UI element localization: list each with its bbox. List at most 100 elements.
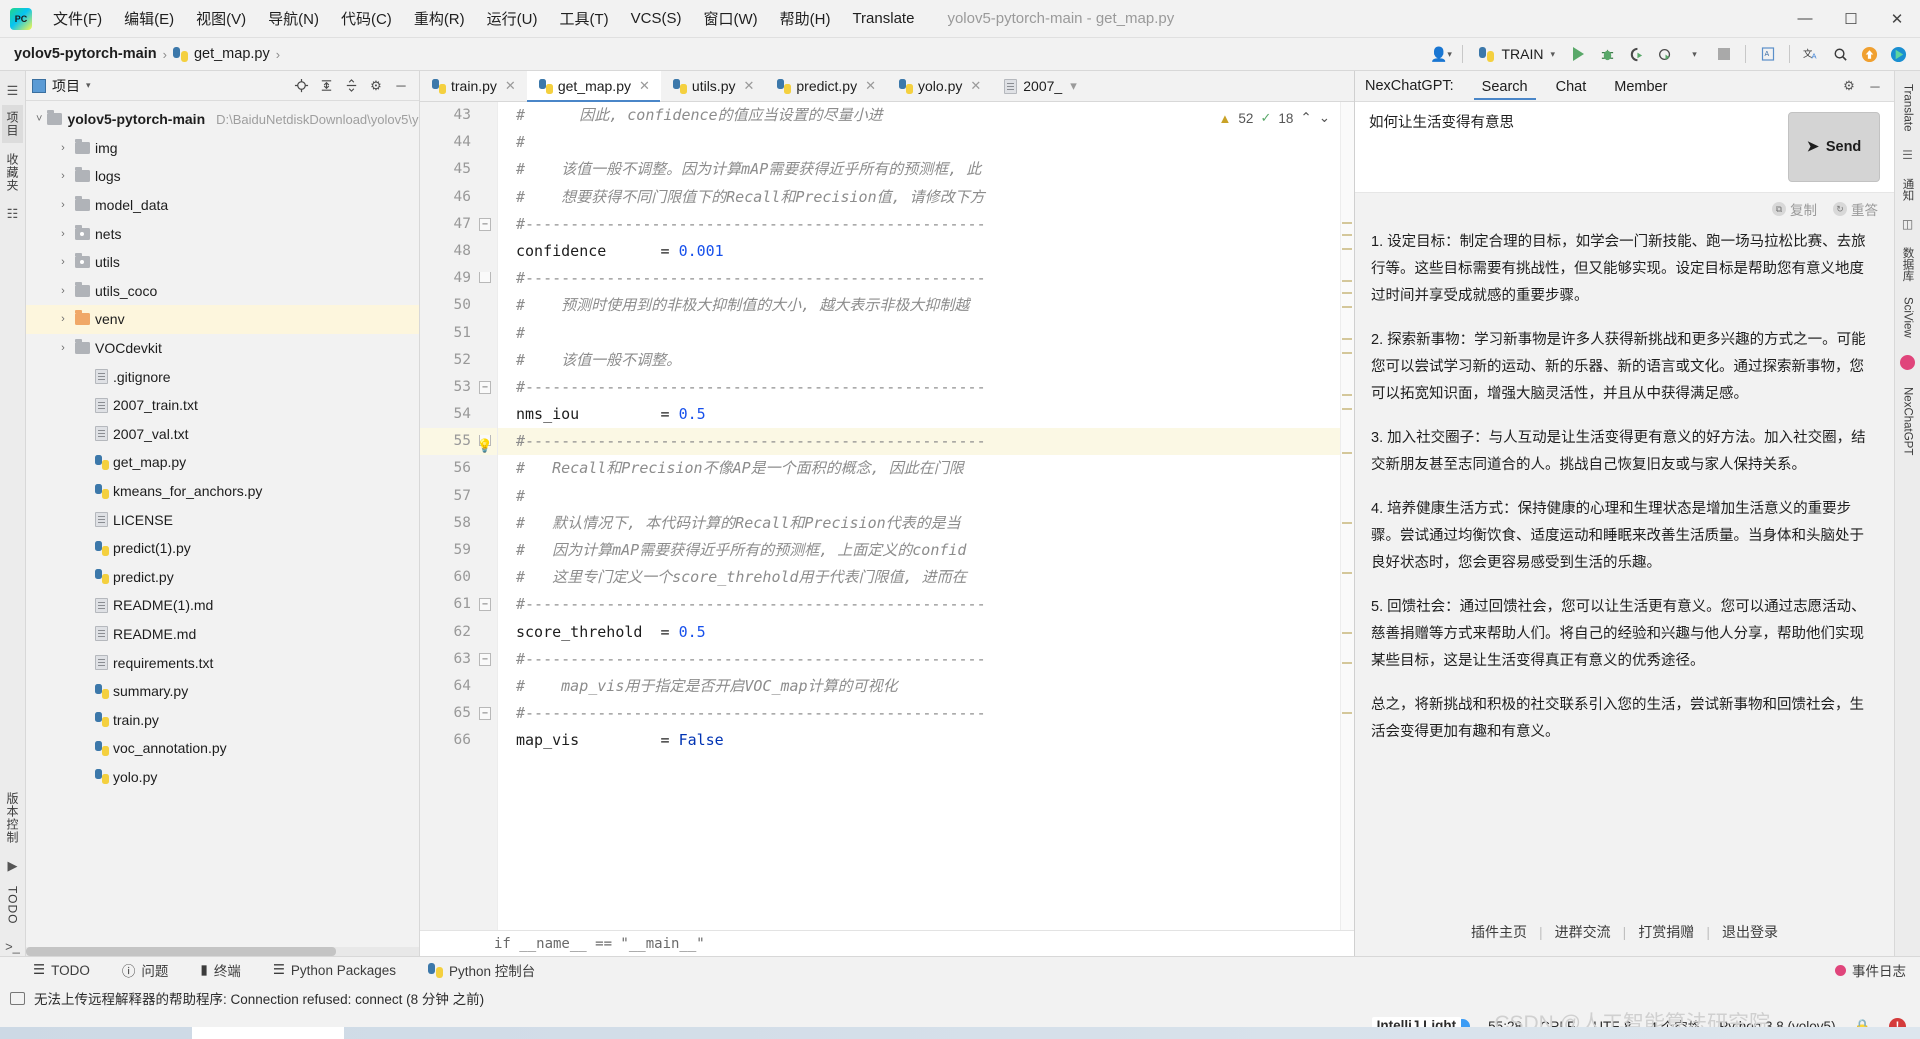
tree-item-vocdevkit[interactable]: › VOCdevkit [26,334,419,363]
tab-member[interactable]: Member [1600,73,1681,100]
settings-icon[interactable]: ⚙ [1838,75,1860,97]
code-line-49[interactable]: #---------------------------------------… [516,265,1354,292]
tree-item-readme-md[interactable]: README.md [26,620,419,649]
line-number-43[interactable]: 43 [420,102,497,129]
bottom-item-python-packages[interactable]: ☰ Python Packages [268,960,401,980]
tab-yolo-py[interactable]: yolo.py ✕ [887,71,992,101]
line-number-47[interactable]: 47− [420,211,497,238]
strip-item-project[interactable]: 项目 [2,105,23,143]
search-icon[interactable] [1827,42,1854,67]
tree-item-nets[interactable]: › nets [26,219,419,248]
tree-item-utils[interactable]: › utils [26,248,419,277]
project-horizontal-scrollbar[interactable] [26,947,419,956]
tree-item-2007-val-txt[interactable]: 2007_val.txt [26,420,419,449]
nexchatgpt-icon[interactable] [1900,354,1915,370]
code-line-45[interactable]: # 该值一般不调整。因为计算mAP需要获得近乎所有的预测框, 此 [516,156,1354,183]
tree-item-voc-annotation-py[interactable]: voc_annotation.py [26,734,419,763]
collapse-all-icon[interactable] [339,75,363,97]
line-number-49[interactable]: 49 [420,265,497,292]
line-number-51[interactable]: 51 [420,320,497,347]
code-line-66[interactable]: map_vis = False [516,727,1354,754]
fold-region-icon[interactable]: − [479,652,491,666]
code-line-50[interactable]: # 预测时使用到的非极大抑制值的大小, 越大表示非极大抑制越 [516,292,1354,319]
code-line-64[interactable]: # map_vis用于指定是否开启VOC_map计算的可视化 [516,673,1354,700]
close-icon[interactable]: ✕ [743,78,754,94]
fold-region-icon[interactable]: − [479,598,491,612]
code-line-57[interactable]: # [516,483,1354,510]
event-log-button[interactable]: 事件日志 [1835,960,1920,980]
code-line-48[interactable]: confidence = 0.001 [516,238,1354,265]
menu-hamburger-icon[interactable]: ☰ [3,81,23,101]
chat-input-area[interactable]: 如何让生活变得有意思 ➤ Send [1355,102,1894,193]
close-icon[interactable]: ✕ [505,78,516,94]
link-logout[interactable]: 退出登录 [1710,922,1790,942]
structure-icon[interactable]: ☷ [3,204,23,224]
fold-region-icon[interactable]: − [479,380,491,394]
regenerate-answer-button[interactable]: ↻ 重答 [1833,199,1878,219]
tree-item-summary-py[interactable]: summary.py [26,677,419,706]
maximize-button[interactable]: ☐ [1828,0,1874,38]
tree-item-venv[interactable]: › venv [26,305,419,334]
line-number-59[interactable]: 59 [420,537,497,564]
chevron-down-icon-tabs[interactable]: ▾ [1070,78,1077,94]
translate-document-icon[interactable]: A [1754,42,1781,67]
bottom-item-terminal[interactable]: ▮ 终端 [195,958,245,982]
line-number-60[interactable]: 60 [420,564,497,591]
line-number-48[interactable]: 48 [420,238,497,265]
code-line-58[interactable]: # 默认情况下, 本代码计算的Recall和Precision代表的是当 [516,510,1354,537]
terminal-strip-icon[interactable]: >_ [3,936,23,956]
close-icon[interactable]: ✕ [970,78,981,94]
tree-item-img[interactable]: › img [26,134,419,163]
tree-item-predict-1-py[interactable]: predict(1).py [26,534,419,563]
tree-item-readme-1-md[interactable]: README(1).md [26,591,419,620]
tree-item-model-data[interactable]: › model_data [26,191,419,220]
update-icon[interactable] [1856,42,1883,67]
run-icon[interactable] [1565,42,1592,67]
coverage-icon[interactable] [1623,42,1650,67]
chat-question-input[interactable]: 如何让生活变得有意思 [1369,112,1778,182]
code-line-51[interactable]: # [516,320,1354,347]
menu-navigate[interactable]: 导航(N) [257,3,330,34]
link-plugin-home[interactable]: 插件主页 [1459,922,1539,942]
strip-item-nexchatgpt[interactable]: NexChatGPT [1900,382,1916,460]
code-line-62[interactable]: score_threhold = 0.5 [516,619,1354,646]
strip-item-database[interactable]: 数据库 [1898,242,1918,287]
tree-item-predict-py[interactable]: predict.py [26,563,419,592]
tree-root-row[interactable]: ˅ yolov5-pytorch-main D:\BaiduNetdiskDow… [26,105,419,134]
line-number-61[interactable]: 61− [420,591,497,618]
chevron-right-icon[interactable]: › [56,228,70,240]
chevron-right-icon[interactable]: › [56,313,70,325]
tab-2007-txt[interactable]: 2007_ ▾ [992,71,1087,101]
line-number-55[interactable]: 55 💡 [420,428,497,456]
debug-icon[interactable] [1594,42,1621,67]
locate-icon[interactable] [289,75,313,97]
prev-problem-icon[interactable]: ⌃ [1300,110,1311,126]
next-problem-icon[interactable]: ⌄ [1319,110,1330,126]
strip-item-notifications[interactable]: 通知 [1898,173,1918,206]
tree-item-2007-train-txt[interactable]: 2007_train.txt [26,391,419,420]
code-line-60[interactable]: # 这里专门定义一个score_threhold用于代表门限值, 进而在 [516,564,1354,591]
tab-chat[interactable]: Chat [1542,73,1601,100]
line-number-66[interactable]: 66 [420,727,497,754]
tree-item-kmeans-for-anchors-py[interactable]: kmeans_for_anchors.py [26,477,419,506]
menu-run[interactable]: 运行(U) [476,3,549,34]
tab-search[interactable]: Search [1468,73,1542,100]
menu-view[interactable]: 视图(V) [185,3,257,34]
tab-predict-py[interactable]: predict.py ✕ [765,71,887,101]
chevron-right-icon[interactable]: › [56,199,70,211]
line-number-65[interactable]: 65− [420,700,497,727]
send-button[interactable]: ➤ Send [1788,112,1880,182]
fold-region-icon[interactable]: − [479,217,491,231]
project-tree[interactable]: ˅ yolov5-pytorch-main D:\BaiduNetdiskDow… [26,101,419,956]
editor-marker-bar[interactable] [1340,102,1354,930]
tree-item--gitignore[interactable]: .gitignore [26,362,419,391]
bottom-item-problems[interactable]: ⓘ 问题 [117,958,174,982]
code-line-63[interactable]: #---------------------------------------… [516,646,1354,673]
chevron-right-icon[interactable]: › [56,142,70,154]
code-line-46[interactable]: # 想要获得不同门限值下的Recall和Precision值, 请修改下方 [516,184,1354,211]
code-line-59[interactable]: # 因为计算mAP需要获得近乎所有的预测框, 上面定义的confid [516,537,1354,564]
chevron-down-icon-run[interactable]: ▾ [1681,42,1708,67]
line-number-53[interactable]: 53− [420,374,497,401]
fold-region-icon[interactable]: − [479,707,491,721]
code-line-56[interactable]: # Recall和Precision不像AP是一个面积的概念, 因此在门限 [516,455,1354,482]
